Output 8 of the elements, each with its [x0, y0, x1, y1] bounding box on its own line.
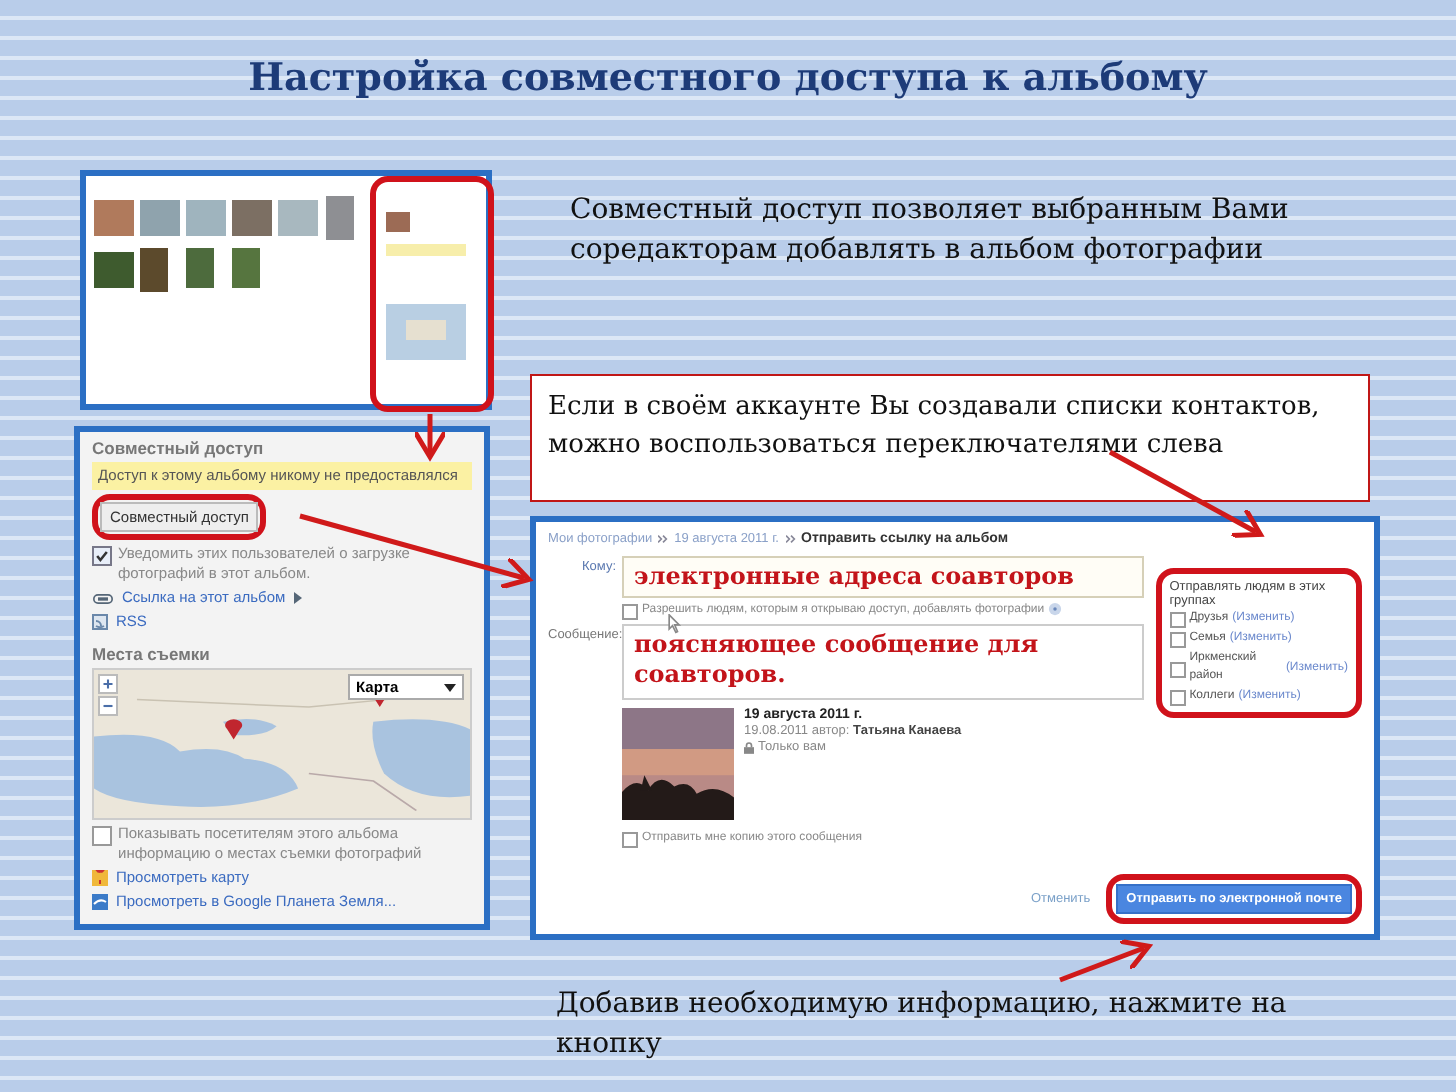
intro-text: Совместный доступ позволяет выбранным Вами соредакторам добавлять в альбом фотографии: [570, 192, 1291, 270]
message-field[interactable]: поясняющее сообщение для соавторов.: [622, 624, 1144, 700]
note-text: Если в своём аккаунте Вы создавали списки контактов, можно воспользоваться переключателями слева: [548, 392, 1320, 460]
section-heading: Места съемки: [92, 644, 212, 664]
slide-title: Настройка совместного доступа к альбому: [246, 56, 1210, 100]
instruction-text: Добавив необходимую информацию, нажмите на кнопку: [556, 986, 1289, 1064]
recipients-field[interactable]: электронные адреса соавторов: [622, 556, 1144, 598]
section-heading: Совместный доступ: [92, 438, 266, 458]
